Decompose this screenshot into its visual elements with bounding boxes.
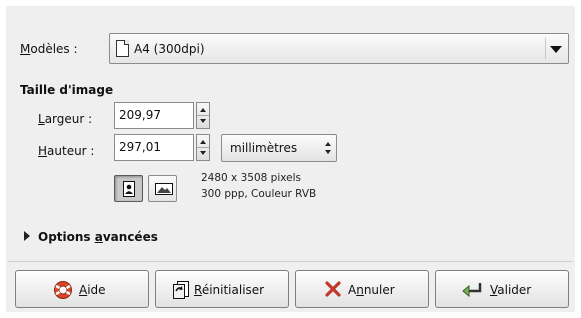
cancel-x-icon (325, 281, 341, 297)
ok-button[interactable]: Valider (435, 270, 569, 308)
advanced-options-expander[interactable]: Options avancées (24, 230, 158, 244)
image-size-title: Taille d'image (20, 83, 114, 97)
document-icon (116, 40, 129, 57)
reset-button[interactable]: Réinitialiser (155, 270, 289, 308)
dialog: Modèles : A4 (300dpi) Taille d'image Lar… (6, 6, 575, 312)
ok-label: Valider (490, 283, 532, 297)
help-button[interactable]: Aide (15, 270, 149, 308)
divider (8, 261, 573, 262)
reset-icon (173, 281, 189, 299)
cancel-button[interactable]: Annuler (295, 270, 429, 308)
combo-separator (545, 38, 546, 59)
expander-arrow-icon (24, 231, 30, 241)
spin-divider (197, 147, 209, 148)
height-label: Hauteur : (38, 144, 95, 158)
image-info-resolution: 300 ppp, Couleur RVB (201, 188, 317, 200)
landscape-button[interactable] (148, 175, 177, 202)
height-value: 297,01 (119, 140, 161, 154)
help-lifebuoy-icon (54, 281, 72, 299)
width-spinner[interactable] (196, 102, 210, 129)
image-info-pixels: 2480 x 3508 pixels (201, 172, 301, 184)
portrait-button[interactable] (114, 175, 143, 202)
portrait-icon (123, 181, 135, 197)
width-input[interactable]: 209,97 (114, 102, 194, 129)
spin-down-icon (325, 150, 331, 154)
chevron-down-icon (550, 46, 562, 53)
template-selected: A4 (300dpi) (134, 42, 205, 56)
height-input[interactable]: 297,01 (114, 134, 194, 161)
unit-selector[interactable]: millimètres (221, 134, 337, 162)
spin-down-icon (200, 151, 206, 155)
template-label: Modèles : (20, 42, 78, 56)
spin-up-icon (325, 142, 331, 146)
template-combo[interactable]: A4 (300dpi) (109, 33, 569, 64)
reset-label: Réinitialiser (194, 283, 265, 297)
spin-up-icon (200, 108, 206, 112)
help-label: Aide (79, 283, 106, 297)
landscape-icon (155, 183, 173, 195)
ok-arrow-icon (462, 283, 482, 298)
cancel-label: Annuler (348, 283, 395, 297)
height-spinner[interactable] (196, 134, 210, 161)
spin-divider (197, 115, 209, 116)
width-label: Largeur : (38, 112, 93, 126)
unit-value: millimètres (230, 141, 298, 155)
spin-up-icon (200, 140, 206, 144)
width-value: 209,97 (119, 108, 161, 122)
spin-down-icon (200, 119, 206, 123)
